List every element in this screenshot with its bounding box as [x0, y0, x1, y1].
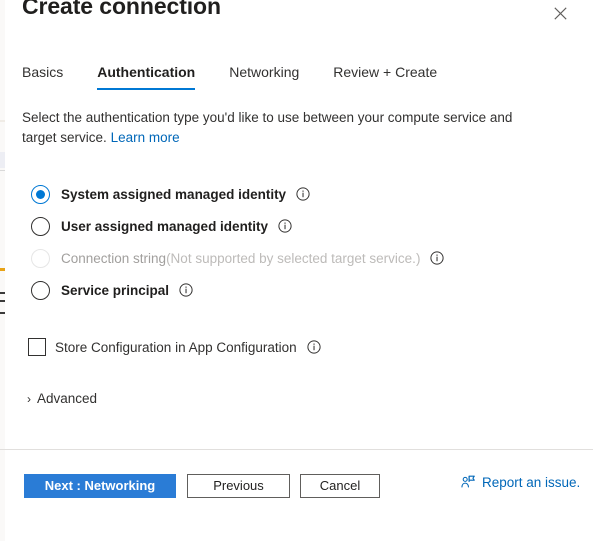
- create-connection-blade: Create connection Basics Authentication …: [5, 0, 593, 541]
- tab-basics[interactable]: Basics: [22, 64, 63, 90]
- radio-label: Connection string(Not supported by selec…: [61, 251, 420, 266]
- close-icon: [553, 6, 567, 20]
- blade-content: Select the authentication type you'd lik…: [5, 108, 593, 406]
- radio-mark[interactable]: [31, 184, 50, 204]
- radio-mark[interactable]: [31, 280, 50, 300]
- radio-mark[interactable]: [31, 216, 50, 236]
- report-an-issue-label: Report an issue.: [482, 474, 581, 490]
- learn-more-link[interactable]: Learn more: [111, 130, 180, 145]
- info-icon[interactable]: [179, 283, 193, 297]
- advanced-expander[interactable]: › Advanced: [27, 391, 97, 406]
- next-networking-button[interactable]: Next : Networking: [24, 474, 176, 498]
- info-icon[interactable]: [296, 187, 310, 201]
- blade-footer: Next : Networking Previous Cancel Report…: [5, 450, 593, 541]
- store-configuration-label[interactable]: Store Configuration in App Configuration: [55, 340, 297, 355]
- tab-review-create[interactable]: Review + Create: [333, 64, 437, 90]
- radio-option-connection-string: Connection string(Not supported by selec…: [5, 242, 593, 274]
- radio-label[interactable]: System assigned managed identity: [61, 187, 286, 202]
- radio-option-system-assigned-managed-identity[interactable]: System assigned managed identity: [5, 178, 593, 210]
- radio-option-service-principal[interactable]: Service principal: [5, 274, 593, 306]
- store-configuration-checkbox[interactable]: [28, 338, 46, 356]
- store-configuration-checkbox-row[interactable]: Store Configuration in App Configuration: [5, 334, 593, 360]
- previous-button[interactable]: Previous: [187, 474, 290, 498]
- blade-header: Create connection: [5, 0, 593, 46]
- radio-label-main: Connection string: [61, 250, 167, 266]
- close-button[interactable]: [547, 0, 573, 26]
- tab-authentication[interactable]: Authentication: [97, 64, 196, 90]
- description-body: Select the authentication type you'd lik…: [22, 110, 513, 145]
- advanced-label: Advanced: [37, 391, 98, 406]
- info-icon[interactable]: [307, 340, 321, 354]
- radio-label[interactable]: Service principal: [61, 283, 169, 298]
- info-icon[interactable]: [430, 251, 445, 265]
- wizard-tabs: Basics Authentication Networking Review …: [22, 64, 437, 90]
- authentication-type-radio-group: System assigned managed identity User as…: [5, 178, 593, 306]
- radio-option-user-assigned-managed-identity[interactable]: User assigned managed identity: [5, 210, 593, 242]
- chevron-right-icon: ›: [27, 391, 31, 406]
- radio-mark: [31, 248, 50, 268]
- radio-label[interactable]: User assigned managed identity: [61, 219, 268, 234]
- report-an-issue-link[interactable]: Report an issue.: [460, 474, 580, 490]
- info-icon[interactable]: [278, 219, 292, 233]
- report-person-icon: [460, 474, 476, 490]
- cancel-button[interactable]: Cancel: [300, 474, 380, 498]
- radio-label-suffix: (Not supported by selected target servic…: [166, 250, 421, 266]
- tab-networking[interactable]: Networking: [229, 64, 299, 90]
- page-title: Create connection: [22, 0, 221, 19]
- description-text: Select the authentication type you'd lik…: [22, 108, 542, 148]
